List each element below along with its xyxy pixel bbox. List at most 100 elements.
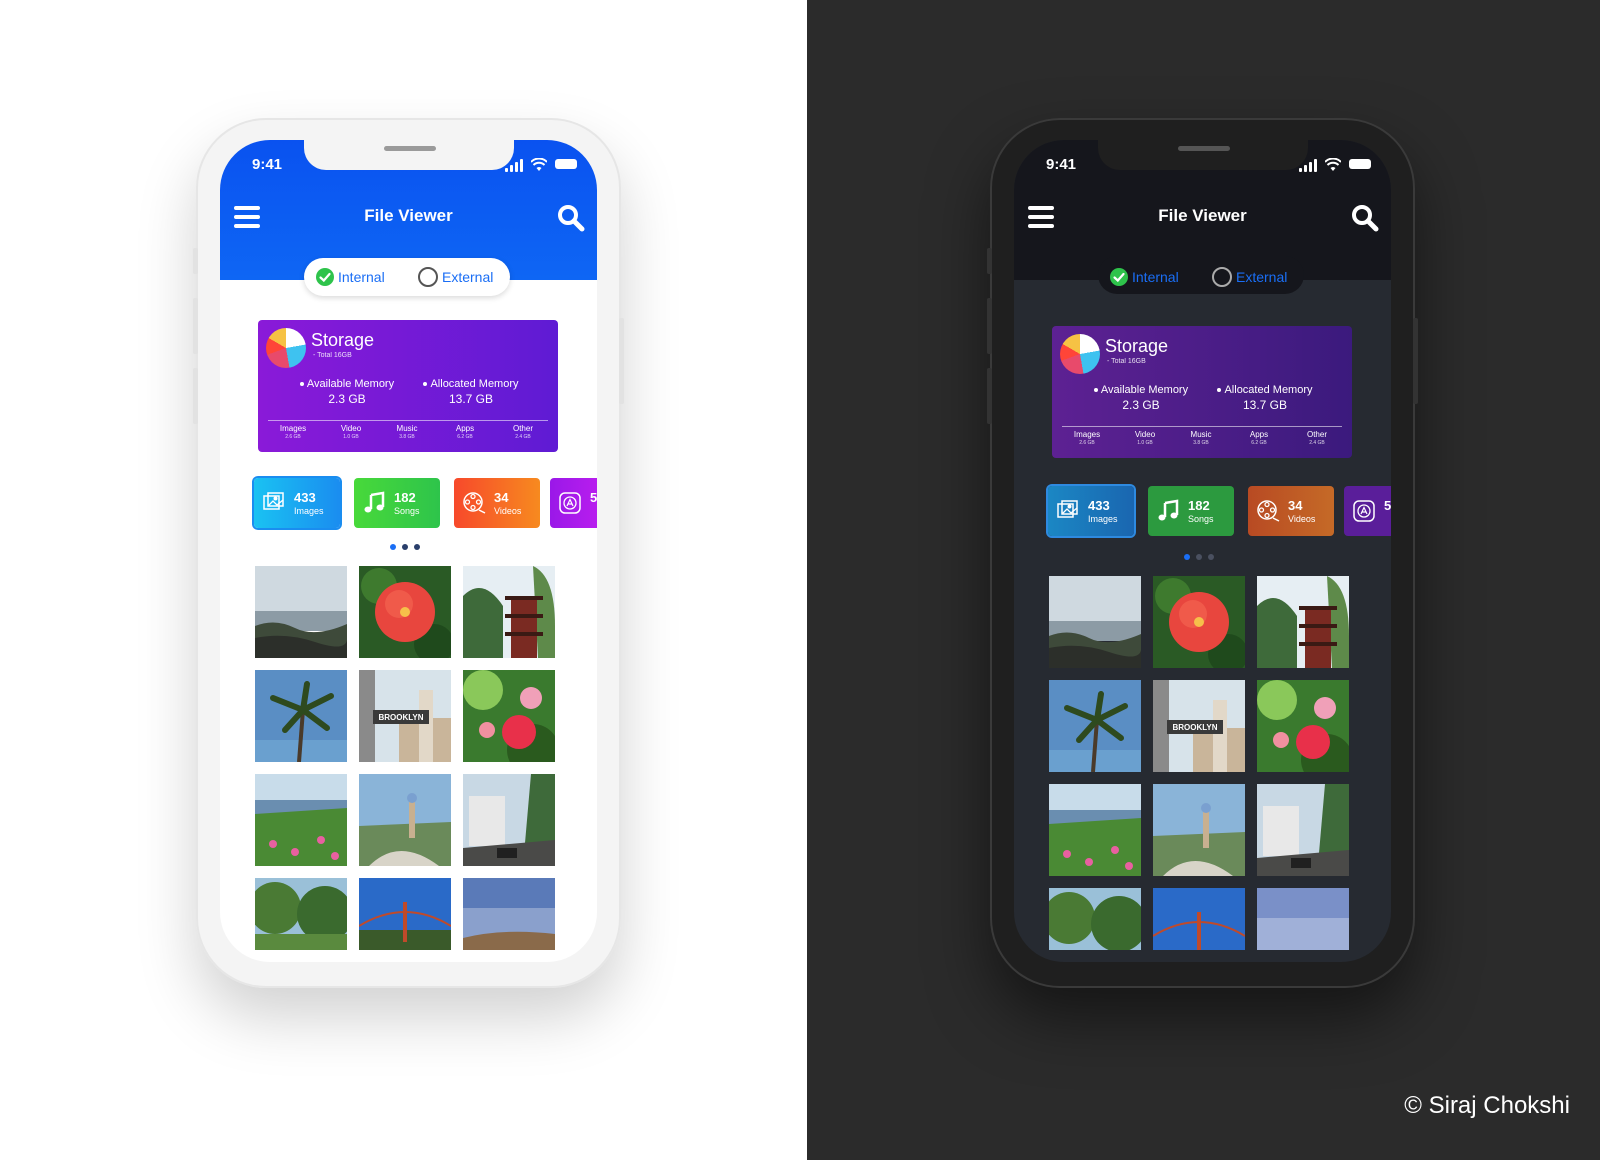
category-apps: Apps 6.2 GB xyxy=(455,424,475,440)
internal-option[interactable]: Internal xyxy=(316,267,385,287)
mute-switch xyxy=(987,248,992,274)
images-count: 433 xyxy=(1088,498,1110,513)
category-video: Video 1.0 GB xyxy=(1134,430,1156,446)
videos-label: Videos xyxy=(494,506,522,516)
pager-dot-active[interactable] xyxy=(390,544,396,550)
photo-lombard-street[interactable] xyxy=(1257,784,1349,876)
photo-park-guell[interactable] xyxy=(1153,784,1245,876)
pager-dot[interactable] xyxy=(414,544,420,550)
photo-sky-hills[interactable] xyxy=(463,878,555,950)
photo-pagoda[interactable] xyxy=(1257,576,1349,668)
page-title: File Viewer xyxy=(1158,206,1247,225)
phone-dark: 9:41 File Viewer Internal External Stora… xyxy=(987,118,1418,988)
photo-seashore[interactable] xyxy=(255,566,347,658)
category-other: Other 2.4 GB xyxy=(1306,430,1327,446)
photo-hibiscus[interactable] xyxy=(359,566,451,658)
photos-icon xyxy=(263,492,284,510)
music-note-icon xyxy=(1158,499,1179,521)
volume-down-button xyxy=(193,368,198,424)
images-count: 433 xyxy=(294,490,316,505)
videos-label: Videos xyxy=(1288,514,1316,524)
external-option[interactable]: External xyxy=(1212,267,1287,287)
film-reel-icon xyxy=(463,492,486,514)
signal-icon xyxy=(1299,168,1302,172)
internal-option[interactable]: Internal xyxy=(1110,267,1179,287)
photo-brooklyn-sign[interactable]: BROOKLYN xyxy=(359,670,451,762)
photo-brooklyn-sign[interactable]: BROOKLYN xyxy=(1153,680,1245,772)
songs-count: 182 xyxy=(1188,498,1210,513)
pager-dot[interactable] xyxy=(1196,554,1202,560)
external-label: External xyxy=(1236,269,1288,285)
photo-sky-hills[interactable] xyxy=(1257,888,1349,950)
pager-dot-active[interactable] xyxy=(1184,554,1190,560)
power-button xyxy=(1413,318,1418,404)
speaker xyxy=(1178,146,1230,151)
search-icon[interactable] xyxy=(1351,204,1379,232)
category-music: Music 3.8 GB xyxy=(1190,430,1212,446)
photo-seashore[interactable] xyxy=(1049,576,1141,668)
photo-garden-trees[interactable] xyxy=(1049,888,1141,950)
category-images: Images 2.6 GB xyxy=(1073,430,1101,446)
pie-chart-icon xyxy=(1060,334,1100,374)
pager-dot[interactable] xyxy=(402,544,408,550)
images-label: Images xyxy=(1088,514,1118,524)
photo-red-roses[interactable] xyxy=(1257,680,1349,772)
storage-card[interactable]: Storage - Total 16GB Available Memory 2.… xyxy=(1052,326,1352,458)
allocated-memory: Allocated Memory 13.7 GB xyxy=(1210,384,1320,412)
photo-red-roses[interactable] xyxy=(463,670,555,762)
status-time: 9:41 xyxy=(252,156,283,173)
film-reel-icon xyxy=(1257,500,1280,522)
signal-icon xyxy=(510,165,513,172)
songs-label: Songs xyxy=(1188,514,1214,524)
media-tiles-carousel[interactable]: 433 Images 182 Songs 34 Videos 5 xyxy=(254,478,597,530)
videos-tile[interactable]: 34 Videos xyxy=(1248,486,1334,536)
photo-garden-trees[interactable] xyxy=(255,878,347,950)
status-icons xyxy=(1299,158,1371,172)
divider xyxy=(268,420,548,421)
songs-tile[interactable]: 182 Songs xyxy=(354,478,440,528)
available-memory: Available Memory 2.3 GB xyxy=(1086,384,1196,412)
signal-icon xyxy=(520,159,523,172)
category-apps: Apps 6.2 GB xyxy=(1249,430,1269,446)
divider xyxy=(1062,426,1342,427)
volume-down-button xyxy=(987,368,992,424)
storage-title: Storage xyxy=(1105,336,1169,356)
apps-tile[interactable]: 5 xyxy=(1344,486,1391,536)
videos-tile[interactable]: 34 Videos xyxy=(454,478,540,528)
category-other: Other 2.4 GB xyxy=(512,424,533,440)
images-tile[interactable]: 433 Images xyxy=(254,478,340,528)
songs-tile[interactable]: 182 Songs xyxy=(1148,486,1234,536)
allocated-memory: Allocated Memory 13.7 GB xyxy=(416,378,526,406)
storage-total: - Total 16GB xyxy=(1107,358,1146,365)
photo-coast-flowers[interactable] xyxy=(255,774,347,866)
notch xyxy=(304,140,514,170)
search-icon[interactable] xyxy=(557,204,585,232)
photo-hibiscus[interactable] xyxy=(1153,576,1245,668)
images-tile[interactable]: 433 Images xyxy=(1048,486,1134,536)
photo-lombard-street[interactable] xyxy=(463,774,555,866)
external-option[interactable]: External xyxy=(418,267,493,287)
status-icons xyxy=(505,158,577,172)
check-circle-icon xyxy=(316,268,334,286)
storage-total: - Total 16GB xyxy=(313,352,352,359)
photo-golden-gate[interactable] xyxy=(1153,888,1245,950)
page-title: File Viewer xyxy=(364,206,453,225)
media-tiles-carousel[interactable]: 433 Images 182 Songs 34 Videos 5 xyxy=(1048,486,1391,538)
songs-count: 182 xyxy=(394,490,416,505)
apps-tile[interactable]: 5 xyxy=(550,478,597,528)
speaker xyxy=(384,146,436,151)
wifi-icon xyxy=(1325,158,1341,171)
photo-palm-tree[interactable] xyxy=(255,670,347,762)
photo-park-guell[interactable] xyxy=(359,774,451,866)
photo-golden-gate[interactable] xyxy=(359,878,451,950)
internal-label: Internal xyxy=(338,269,385,285)
app-store-icon xyxy=(1353,500,1375,522)
pager-dot[interactable] xyxy=(1208,554,1214,560)
photo-pagoda[interactable] xyxy=(463,566,555,658)
apps-count: 5 xyxy=(1384,498,1391,513)
external-label: External xyxy=(442,269,494,285)
signal-icon xyxy=(1314,159,1317,172)
storage-card[interactable]: Storage - Total 16GB Available Memory 2.… xyxy=(258,320,558,452)
photo-palm-tree[interactable] xyxy=(1049,680,1141,772)
photo-coast-flowers[interactable] xyxy=(1049,784,1141,876)
